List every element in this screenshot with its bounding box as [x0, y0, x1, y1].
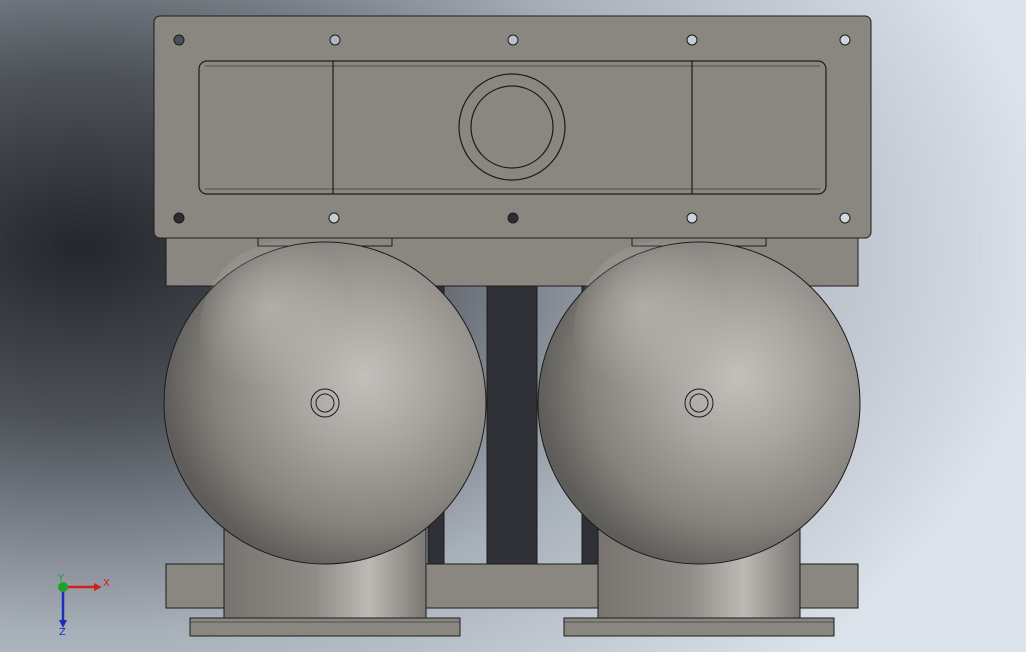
x-arrow-icon: [94, 583, 102, 591]
pipe-left-flange: [189, 617, 461, 637]
bolt-hole: [507, 212, 519, 224]
z-axis-label: Z: [59, 627, 66, 636]
dome-left-highlight: [200, 240, 380, 420]
bolt-hole: [328, 212, 340, 224]
bolt-hole: [686, 34, 698, 46]
y-axis-label: Y: [57, 573, 65, 584]
x-axis-label: X: [103, 578, 110, 589]
bolt-hole: [507, 34, 519, 46]
dome-right: [537, 240, 861, 565]
pipe-right-flange: [563, 617, 835, 637]
bolt-hole: [173, 212, 185, 224]
bolt-hole: [329, 34, 341, 46]
dome-right-highlight: [574, 240, 754, 420]
bolt-hole: [839, 34, 851, 46]
bolt-hole: [686, 212, 698, 224]
flange-plate: [153, 15, 872, 239]
coordinate-triad[interactable]: X Y Z: [48, 572, 118, 636]
cad-viewport[interactable]: [0, 0, 1026, 652]
dome-left: [163, 240, 487, 565]
inner-slot-center: [486, 285, 538, 565]
bolt-hole: [173, 34, 185, 46]
cover-recess: [198, 60, 827, 195]
bolt-hole: [839, 212, 851, 224]
